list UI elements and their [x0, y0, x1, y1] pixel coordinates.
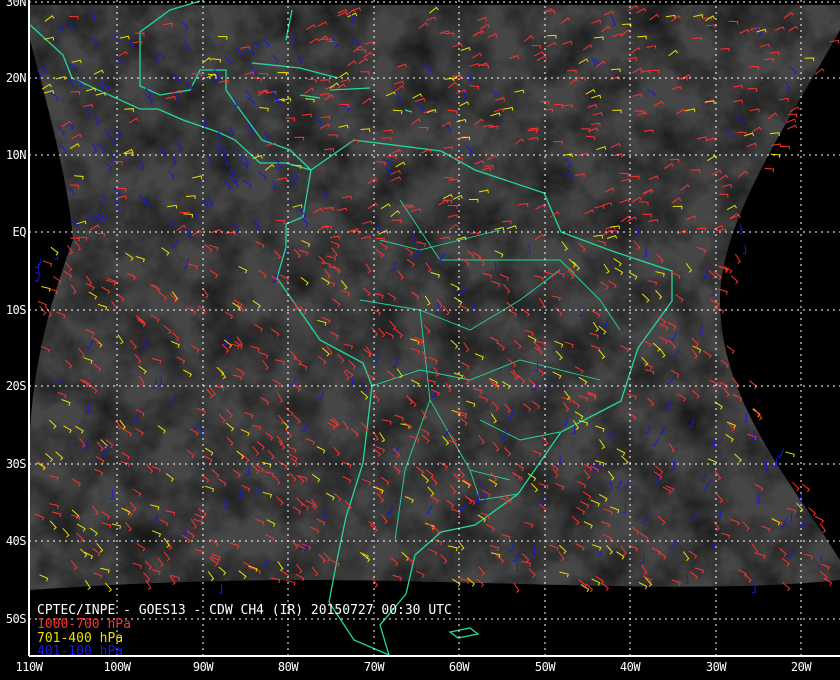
lon-label: 60W [448, 660, 470, 674]
wind-barb [726, 345, 735, 354]
lon-label: 100W [103, 660, 131, 674]
lon-label: 50W [534, 660, 556, 674]
lat-label: 30N [5, 0, 27, 9]
wind-barb [801, 483, 810, 493]
wind-barb [749, 380, 758, 390]
lat-label: 10S [5, 303, 27, 317]
lat-label: 50S [5, 612, 27, 626]
wind-barb [34, 272, 41, 282]
wind-barb [730, 275, 739, 285]
wind-barb [792, 481, 800, 492]
wind-barb [764, 167, 775, 173]
legend-upper-level: 401-100 hPa [37, 644, 124, 659]
lat-label: 40S [5, 534, 27, 548]
wind-barb [42, 260, 53, 267]
lat-label: 20S [5, 379, 27, 393]
wind-barb [739, 224, 744, 235]
satellite-wind-map: 30N 20N 10N EQ 10S 20S 30S 40S 50S 110W 100W 90W 80… [0, 0, 840, 680]
wind-barb [53, 276, 62, 285]
map-title: CPTEC/INPE - GOES13 - CDW CH4 (IR) 20150… [37, 603, 452, 618]
wind-barb [37, 300, 47, 308]
wind-barb [734, 253, 741, 264]
wind-barb [776, 448, 785, 458]
wind-barb [39, 305, 47, 316]
wind-barb [513, 582, 520, 593]
lon-label: 110W [15, 660, 43, 674]
lon-label: 40W [619, 660, 641, 674]
lat-label: 30S [5, 457, 27, 471]
map-canvas [28, 0, 840, 657]
lon-label: 90W [192, 660, 214, 674]
wind-barb [786, 124, 798, 130]
lon-label: 30W [705, 660, 727, 674]
wind-barb [785, 451, 795, 458]
wind-barb [34, 259, 42, 269]
wind-barb [780, 145, 790, 150]
wind-barb [50, 246, 59, 256]
lat-label: 20N [5, 71, 27, 85]
lat-label: EQ [12, 225, 27, 239]
falkland-islands [448, 627, 480, 639]
lon-label: 20W [790, 660, 812, 674]
lon-label: 80W [277, 660, 299, 674]
lat-label: 10N [5, 148, 27, 162]
legend-low-level: 1000-700 hPa [37, 617, 131, 632]
wind-barb [218, 583, 223, 594]
wind-barb [742, 244, 747, 255]
wind-barb [815, 516, 824, 524]
lon-label: 70W [363, 660, 385, 674]
